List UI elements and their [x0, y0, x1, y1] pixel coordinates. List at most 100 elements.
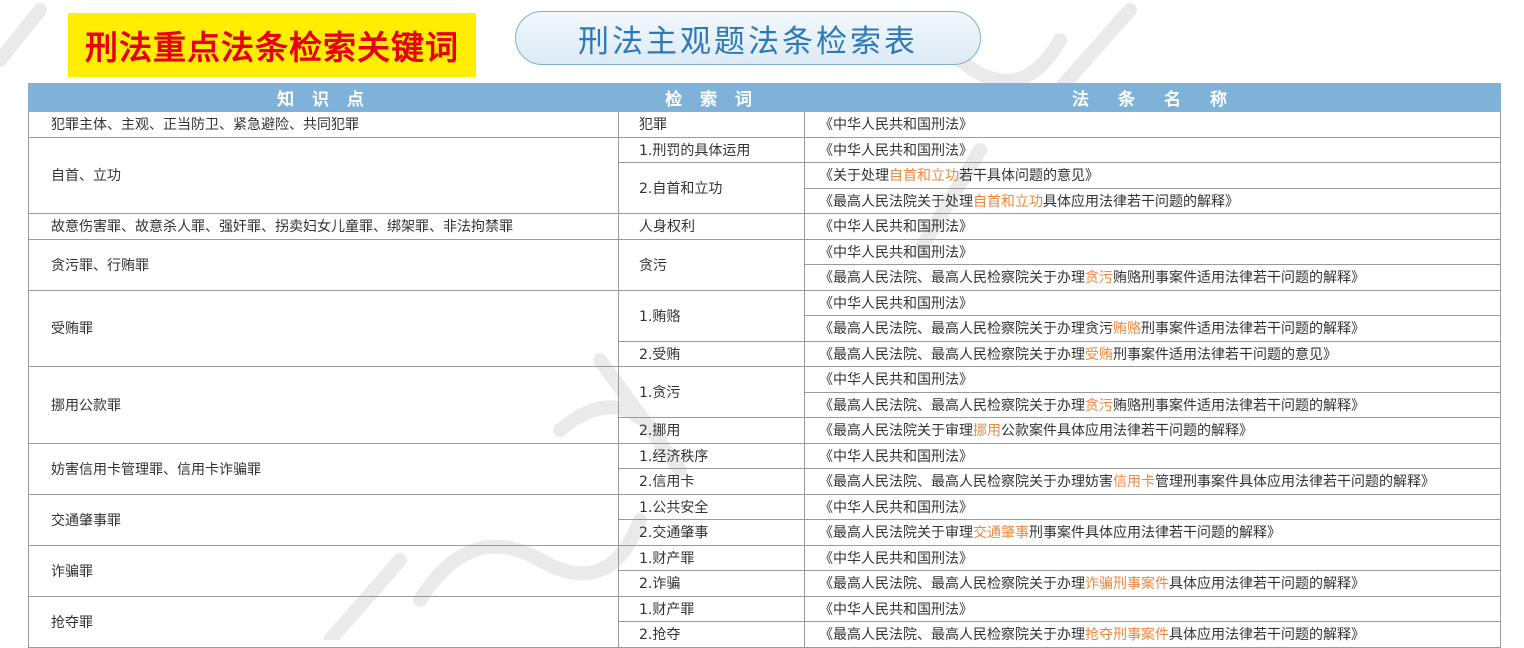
law-keyword-highlight: 交通肇事 — [973, 525, 1029, 542]
law-name-cell: 《最高人民法院关于审理交通肇事刑事案件具体应用法律若干问题的解释》 — [804, 519, 1501, 546]
topic-cell: 妨害信用卡管理罪、信用卡诈骗罪 — [28, 442, 619, 495]
keyword-cell: 2.诈骗 — [618, 570, 805, 597]
keyword-cell: 1.财产罪 — [618, 595, 805, 622]
keyword-cell: 2.挪用 — [618, 417, 805, 444]
law-name-cell: 《中华人民共和国刑法》 — [804, 442, 1501, 469]
law-name-text: 《最高人民法院、最高人民检察院关于办理贪污 — [819, 321, 1113, 338]
page-title: 刑法主观题法条检索表 — [578, 23, 918, 60]
topic-cell: 交通肇事罪 — [28, 493, 619, 546]
keyword-cell: 1.刑罚的具体运用 — [618, 136, 805, 163]
law-name-text: 《最高人民法院关于审理 — [819, 423, 973, 440]
law-name-cell: 《最高人民法院、最高人民检察院关于办理诈骗刑事案件具体应用法律若干问题的解释》 — [804, 570, 1501, 597]
table-row: 妨害信用卡管理罪、信用卡诈骗罪 1.经济秩序 《中华人民共和国刑法》 — [28, 442, 1501, 495]
law-name-text: 《最高人民法院、最高人民检察院关于办理 — [819, 627, 1085, 644]
table-row: 交通肇事罪 1.公共安全 《中华人民共和国刑法》 — [28, 493, 1501, 546]
law-name-text: 《中华人民共和国刑法》 — [819, 142, 973, 159]
law-name-text: 《最高人民法院、最高人民检察院关于办理 — [819, 576, 1085, 593]
keyword-cell: 2.信用卡 — [618, 468, 805, 495]
law-search-table: 知 识 点 检 索 词 法 条 名 称 犯罪主体、主观、正当防卫、紧急避险、共同… — [28, 83, 1501, 648]
law-name-cell: 《中华人民共和国刑法》 — [804, 493, 1501, 520]
law-name-cell: 《最高人民法院关于处理自首和立功具体应用法律若干问题的解释》 — [804, 187, 1501, 214]
law-name-cell: 《最高人民法院关于审理挪用公款案件具体应用法律若干问题的解释》 — [804, 417, 1501, 444]
law-name-text: 若干具体问题的意见》 — [959, 168, 1099, 185]
keyword-cell: 1.公共安全 — [618, 493, 805, 520]
law-name-text: 《中华人民共和国刑法》 — [819, 372, 973, 389]
topic-cell: 诈骗罪 — [28, 544, 619, 597]
law-name-text: 《最高人民法院、最高人民检察院关于办理 — [819, 346, 1085, 363]
law-name-cell: 《中华人民共和国刑法》 — [804, 111, 1501, 138]
law-name-text: 《中华人民共和国刑法》 — [819, 295, 973, 312]
law-name-text: 《中华人民共和国刑法》 — [819, 550, 973, 567]
law-name-text: 《中华人民共和国刑法》 — [819, 244, 973, 261]
table-row: 故意伤害罪、故意杀人罪、强奸罪、拐卖妇女儿童罪、绑架罪、非法拘禁罪 人身权利 《中华… — [28, 213, 1501, 240]
keyword-cell: 2.抢夺 — [618, 621, 805, 648]
topic-cell: 挪用公款罪 — [28, 366, 619, 444]
law-name-cell: 《最高人民法院、最高人民检察院关于办理贪污贿赂刑事案件适用法律若干问题的解释》 — [804, 264, 1501, 291]
law-name-text: 《最高人民法院、最高人民检察院关于办理妨害 — [819, 474, 1113, 491]
law-keyword-highlight: 贿赂 — [1113, 321, 1141, 338]
law-name-text: 《最高人民法院关于审理 — [819, 525, 973, 542]
law-name-text: 刑事案件具体应用法律若干问题的解释》 — [1029, 525, 1281, 542]
keyword-cell: 1.贿赂 — [618, 289, 805, 342]
law-name-text: 公款案件具体应用法律若干问题的解释》 — [1001, 423, 1253, 440]
table-header-row: 知 识 点 检 索 词 法 条 名 称 — [28, 83, 1501, 112]
law-keyword-highlight: 信用卡 — [1113, 474, 1155, 491]
law-keyword-highlight: 挪用 — [973, 423, 1001, 440]
keyword-cell: 1.经济秩序 — [618, 442, 805, 469]
law-name-cell: 《中华人民共和国刑法》 — [804, 213, 1501, 240]
law-name-cell: 《关于处理自首和立功若干具体问题的意见》 — [804, 162, 1501, 189]
table-row: 抢夺罪 1.财产罪 《中华人民共和国刑法》 — [28, 595, 1501, 648]
law-name-text: 《最高人民法院、最高人民检察院关于办理 — [819, 270, 1085, 287]
keyword-cell: 1.财产罪 — [618, 544, 805, 571]
topic-cell: 犯罪主体、主观、正当防卫、紧急避险、共同犯罪 — [28, 111, 619, 138]
law-name-text: 《中华人民共和国刑法》 — [819, 117, 973, 134]
law-keyword-highlight: 抢夺刑事案件 — [1085, 627, 1169, 644]
law-name-cell: 《最高人民法院、最高人民检察院关于办理妨害信用卡管理刑事案件具体应用法律若干问题… — [804, 468, 1501, 495]
keyword-cell: 贪污 — [618, 238, 805, 291]
keyword-tag: 刑法重点法条检索关键词 — [68, 13, 476, 77]
page-title-badge: 刑法主观题法条检索表 — [515, 11, 981, 65]
law-name-text: 《中华人民共和国刑法》 — [819, 499, 973, 516]
table-row: 受贿罪 1.贿赂 《中华人民共和国刑法》 — [28, 289, 1501, 367]
table-row: 挪用公款罪 1.贪污 《中华人民共和国刑法》 — [28, 366, 1501, 444]
law-keyword-highlight: 自首和立功 — [889, 168, 959, 185]
topic-cell: 故意伤害罪、故意杀人罪、强奸罪、拐卖妇女儿童罪、绑架罪、非法拘禁罪 — [28, 213, 619, 240]
table-body: 犯罪主体、主观、正当防卫、紧急避险、共同犯罪 犯罪 《中华人民共和国刑法》 自首、立功… — [28, 111, 1501, 648]
keyword-cell: 犯罪 — [618, 111, 805, 138]
table-row: 自首、立功 1.刑罚的具体运用 《中华人民共和国刑法》 — [28, 136, 1501, 214]
keyword-cell: 2.自首和立功 — [618, 162, 805, 214]
keyword-tag-text: 刑法重点法条检索关键词 — [85, 28, 459, 67]
law-keyword-highlight: 诈骗刑事案件 — [1085, 576, 1169, 593]
header-topic: 知 识 点 — [28, 83, 619, 112]
keyword-cell: 人身权利 — [618, 213, 805, 240]
law-name-text: 具体应用法律若干问题的解释》 — [1169, 576, 1365, 593]
table-row: 贪污罪、行贿罪 贪污 《中华人民共和国刑法》 — [28, 238, 1501, 291]
law-name-text: 《关于处理 — [819, 168, 889, 185]
topic-cell: 自首、立功 — [28, 136, 619, 214]
law-name-text: 《中华人民共和国刑法》 — [819, 448, 973, 465]
law-name-text: 具体应用法律若干问题的解释》 — [1043, 193, 1239, 210]
law-name-text: 贿赂刑事案件适用法律若干问题的解释》 — [1113, 270, 1365, 287]
law-keyword-highlight: 贪污 — [1085, 397, 1113, 414]
law-name-cell: 《最高人民法院、最高人民检察院关于办理贪污贿赂刑事案件适用法律若干问题的解释》 — [804, 315, 1501, 342]
law-name-text: 《最高人民法院、最高人民检察院关于办理 — [819, 397, 1085, 414]
keyword-cell: 1.贪污 — [618, 366, 805, 418]
law-name-cell: 《最高人民法院、最高人民检察院关于办理受贿刑事案件适用法律若干问题的意见》 — [804, 340, 1501, 367]
header-law-name: 法 条 名 称 — [804, 83, 1501, 112]
topic-cell: 贪污罪、行贿罪 — [28, 238, 619, 291]
law-name-cell: 《中华人民共和国刑法》 — [804, 136, 1501, 163]
law-name-text: 具体应用法律若干问题的解释》 — [1169, 627, 1365, 644]
law-name-cell: 《中华人民共和国刑法》 — [804, 238, 1501, 265]
table-row: 诈骗罪 1.财产罪 《中华人民共和国刑法》 — [28, 544, 1501, 597]
topic-cell: 受贿罪 — [28, 289, 619, 367]
law-name-cell: 《中华人民共和国刑法》 — [804, 544, 1501, 571]
table-row: 犯罪主体、主观、正当防卫、紧急避险、共同犯罪 犯罪 《中华人民共和国刑法》 — [28, 111, 1501, 138]
law-name-cell: 《中华人民共和国刑法》 — [804, 595, 1501, 622]
law-keyword-highlight: 贪污 — [1085, 270, 1113, 287]
law-name-text: 贿赂刑事案件适用法律若干问题的解释》 — [1113, 397, 1365, 414]
law-name-text: 《最高人民法院关于处理 — [819, 193, 973, 210]
law-name-cell: 《中华人民共和国刑法》 — [804, 289, 1501, 316]
law-name-text: 管理刑事案件具体应用法律若干问题的解释》 — [1155, 474, 1435, 491]
law-name-text: 《中华人民共和国刑法》 — [819, 219, 973, 236]
law-keyword-highlight: 自首和立功 — [973, 193, 1043, 210]
